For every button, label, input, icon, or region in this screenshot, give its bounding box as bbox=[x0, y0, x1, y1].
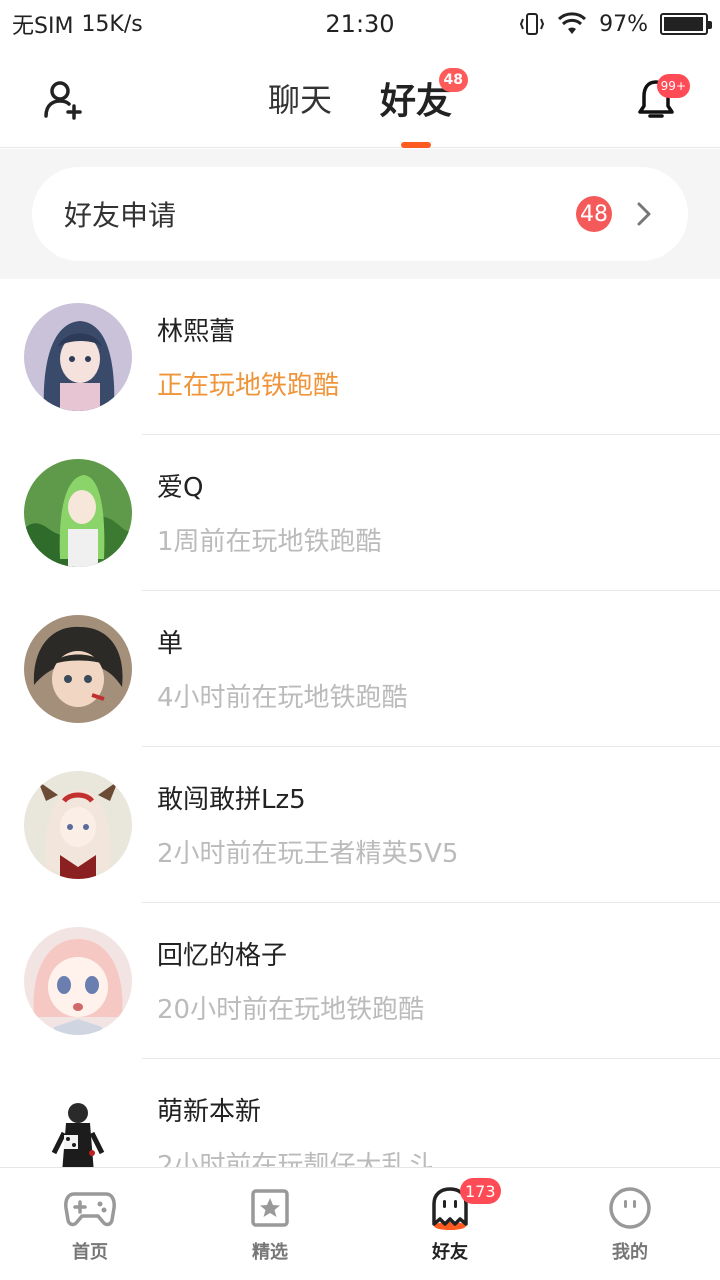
header-tabs: 聊天 好友 48 bbox=[0, 48, 720, 148]
wifi-icon bbox=[558, 12, 587, 34]
avatar[interactable] bbox=[24, 1083, 132, 1167]
avatar[interactable] bbox=[24, 459, 132, 567]
status-bar: 无SIM 15K/s 21:30 97% bbox=[0, 0, 720, 48]
friend-name: 敢闯敢拼Lz5 bbox=[157, 785, 306, 815]
network-speed: 15K/s bbox=[81, 11, 143, 37]
friend-text: 回忆的格子 20小时前在玩地铁跑酷 bbox=[157, 939, 424, 1027]
friend-request-count: 48 bbox=[576, 196, 612, 232]
friend-name: 爱Q bbox=[157, 473, 204, 503]
friend-text: 敢闯敢拼Lz5 2小时前在玩王者精英5V5 bbox=[157, 783, 458, 871]
nav-friends[interactable]: 好友 173 bbox=[360, 1168, 540, 1280]
friend-name: 单 bbox=[157, 629, 184, 659]
friend-status: 正在玩地铁跑酷 bbox=[157, 371, 340, 401]
tab-chat[interactable]: 聊天 bbox=[268, 48, 332, 148]
friend-item[interactable]: 林熙蕾 正在玩地铁跑酷 bbox=[0, 279, 720, 435]
battery-icon bbox=[660, 13, 712, 35]
carrier-text: 无SIM bbox=[12, 14, 74, 39]
star-card-icon bbox=[244, 1186, 296, 1230]
friend-status: 20小时前在玩地铁跑酷 bbox=[157, 995, 425, 1025]
friends-screen: 无SIM 15K/s 21:30 97% 聊天 好友 48 99+ 好友申请 4… bbox=[0, 0, 720, 1280]
friend-request-label: 好友申请 bbox=[64, 199, 177, 232]
friend-item[interactable]: 爱Q 1周前在玩地铁跑酷 bbox=[0, 435, 720, 591]
notifications-button[interactable]: 99+ bbox=[632, 74, 690, 126]
friend-status: 4小时前在玩地铁跑酷 bbox=[157, 683, 408, 713]
friend-item[interactable]: 单 4小时前在玩地铁跑酷 bbox=[0, 591, 720, 747]
battery-percent: 97% bbox=[599, 11, 648, 37]
friend-item[interactable]: 敢闯敢拼Lz5 2小时前在玩王者精英5V5 bbox=[0, 747, 720, 903]
nav-profile[interactable]: 我的 bbox=[540, 1168, 720, 1280]
friend-text: 萌新本新 2小时前在玩靓仔大乱斗 bbox=[157, 1095, 434, 1167]
header: 聊天 好友 48 99+ bbox=[0, 48, 720, 148]
avatar[interactable] bbox=[24, 927, 132, 1035]
nav-home[interactable]: 首页 bbox=[0, 1168, 180, 1280]
nav-label: 好友 bbox=[432, 1242, 468, 1263]
tab-friends[interactable]: 好友 48 bbox=[380, 48, 469, 148]
friend-status: 2小时前在玩靓仔大乱斗 bbox=[157, 1151, 434, 1167]
friend-text: 林熙蕾 正在玩地铁跑酷 bbox=[157, 315, 339, 403]
vibrate-icon bbox=[520, 13, 545, 35]
nav-label: 我的 bbox=[612, 1242, 648, 1263]
avatar[interactable] bbox=[24, 303, 132, 411]
friend-text: 单 4小时前在玩地铁跑酷 bbox=[157, 627, 408, 715]
friend-item[interactable]: 萌新本新 2小时前在玩靓仔大乱斗 bbox=[0, 1059, 720, 1167]
friend-request-area: 好友申请 48 bbox=[0, 149, 720, 279]
face-icon bbox=[604, 1186, 656, 1230]
friend-name: 林熙蕾 bbox=[157, 317, 236, 347]
battery-fill bbox=[664, 17, 703, 31]
chevron-right-icon bbox=[637, 202, 651, 226]
friend-item[interactable]: 回忆的格子 20小时前在玩地铁跑酷 bbox=[0, 903, 720, 1059]
tab-label: 聊天 bbox=[267, 81, 332, 119]
notification-badge: 99+ bbox=[656, 74, 690, 98]
gamepad-icon bbox=[64, 1186, 116, 1230]
nav-featured[interactable]: 精选 bbox=[180, 1168, 360, 1280]
friends-nav-badge: 173 bbox=[460, 1178, 501, 1204]
friend-list: 林熙蕾 正在玩地铁跑酷 爱Q 1周前在玩地铁跑酷 单 4小时前在玩地铁跑酷 敢闯… bbox=[0, 279, 720, 1167]
active-tab-indicator bbox=[401, 142, 431, 148]
status-right: 97% bbox=[519, 11, 712, 37]
friend-status: 1周前在玩地铁跑酷 bbox=[157, 527, 382, 557]
friend-name: 回忆的格子 bbox=[157, 941, 288, 971]
friends-tab-badge: 48 bbox=[438, 68, 469, 92]
friend-request-row[interactable]: 好友申请 48 bbox=[32, 167, 688, 261]
friend-name: 萌新本新 bbox=[157, 1097, 262, 1127]
nav-label: 精选 bbox=[252, 1242, 288, 1263]
status-left: 无SIM 15K/s bbox=[12, 8, 212, 40]
nav-label: 首页 bbox=[72, 1242, 108, 1263]
bottom-nav: 首页 精选 好友 173 我的 bbox=[0, 1167, 720, 1280]
friend-text: 爱Q 1周前在玩地铁跑酷 bbox=[157, 471, 382, 559]
avatar[interactable] bbox=[24, 771, 132, 879]
friend-status: 2小时前在玩王者精英5V5 bbox=[157, 839, 459, 869]
avatar[interactable] bbox=[24, 615, 132, 723]
